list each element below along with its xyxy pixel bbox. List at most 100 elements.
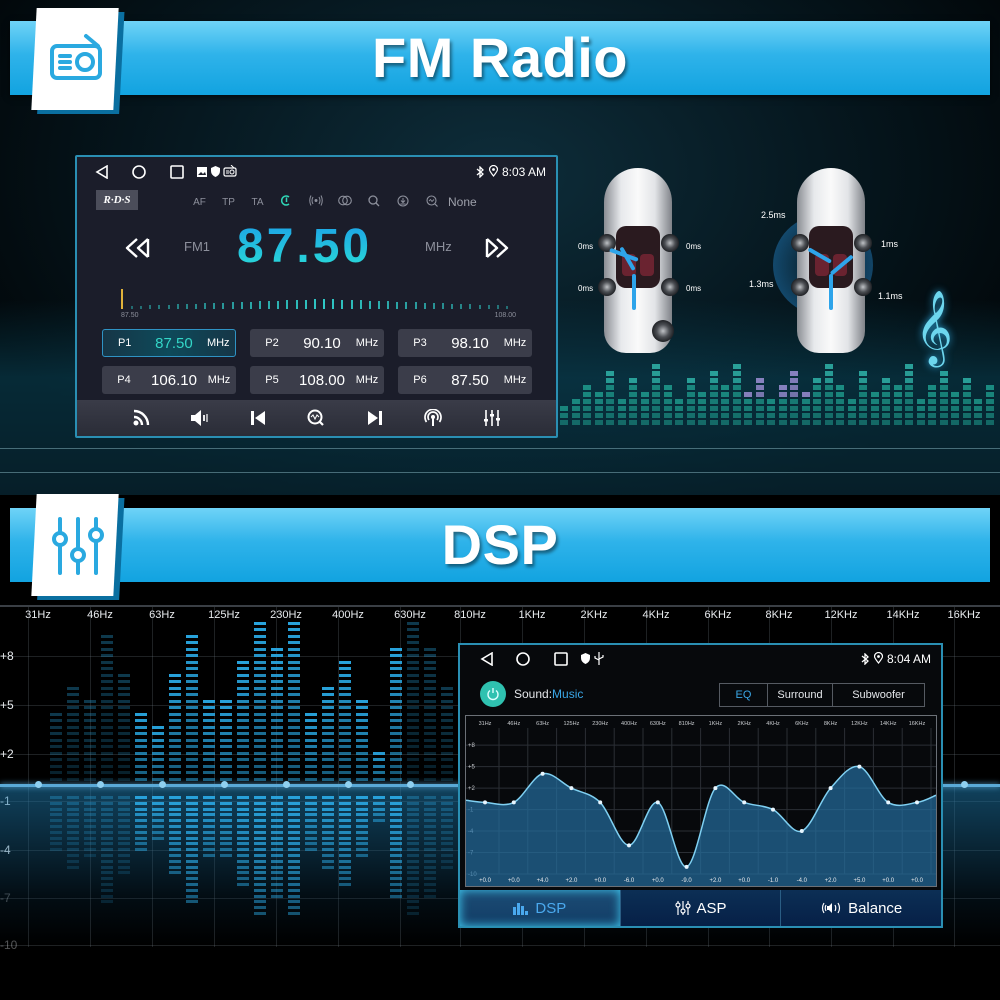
- eq-point: [799, 829, 804, 834]
- recents-icon[interactable]: [170, 165, 184, 179]
- scale-tick: [460, 304, 463, 309]
- delay-fr: 1ms: [881, 239, 899, 249]
- speaker-front-right: [661, 234, 679, 252]
- seek-forward-button[interactable]: [480, 233, 514, 263]
- preset-button-p5[interactable]: P5 108.00 MHz: [250, 366, 384, 394]
- eq-strip-column: [583, 355, 591, 425]
- sound-mode-value[interactable]: Music: [552, 687, 583, 701]
- vu-column: [220, 650, 232, 890]
- eq-point: [828, 786, 833, 791]
- bluetooth-icon: [861, 653, 869, 665]
- rds-af-toggle[interactable]: AF: [185, 197, 214, 208]
- eq-value-label: +0.0: [911, 878, 924, 884]
- preset-frequency: 108.00: [299, 371, 345, 389]
- scale-tick: [478, 304, 481, 309]
- bg-y-label: +8: [0, 649, 14, 663]
- bg-eq-point: [283, 781, 290, 788]
- vu-column: [152, 650, 164, 890]
- eq-chart[interactable]: 31Hz 46Hz 63Hz 125Hz 230Hz 400Hz 630Hz 810Hz 1KH…: [465, 715, 937, 887]
- pty-search-icon[interactable]: [417, 194, 446, 210]
- tuner-scale[interactable]: 87.50 108.00: [121, 289, 516, 319]
- preset-unit: MHz: [503, 374, 527, 386]
- segment-surround[interactable]: Surround: [768, 684, 833, 706]
- preset-button-p4[interactable]: P4 106.10 MHz: [102, 366, 236, 394]
- eq-value-label: -6.0: [624, 878, 635, 884]
- fm-radio-banner: FM Radio: [10, 21, 990, 95]
- x-tick-label: 46Hz: [507, 721, 520, 727]
- eq-strip-column: [744, 355, 752, 425]
- floor-line: [0, 448, 1000, 449]
- tab-dsp[interactable]: DSP: [460, 890, 621, 926]
- eq-strip-column: [882, 355, 890, 425]
- volume-button[interactable]: [187, 405, 213, 431]
- dsp-banner: DSP: [10, 508, 990, 582]
- vu-column: [441, 650, 453, 890]
- loc-dx-icon[interactable]: [272, 195, 301, 209]
- scale-tick: [432, 303, 435, 309]
- eq-strip-column: [686, 355, 695, 425]
- tuner-cursor[interactable]: [121, 289, 123, 309]
- segment-subwoofer[interactable]: Subwoofer: [833, 684, 924, 706]
- scale-tick: [496, 305, 499, 309]
- stereo-mode-icon[interactable]: [330, 195, 359, 209]
- back-icon[interactable]: [95, 165, 109, 179]
- eq-value-label: -1.0: [768, 878, 779, 884]
- preset-button-p6[interactable]: P6 87.50 MHz: [398, 366, 532, 394]
- segment-eq[interactable]: EQ: [720, 684, 768, 706]
- scale-tick: [167, 304, 170, 309]
- scale-tick: [249, 301, 252, 309]
- previous-icon: [251, 411, 266, 425]
- dsp-mode-segments: EQ Surround Subwoofer: [719, 683, 925, 707]
- stereo-signal-icon[interactable]: [301, 195, 330, 209]
- status-bar: 8:03 AM: [77, 157, 556, 187]
- recents-icon[interactable]: [554, 652, 568, 666]
- eq-point: [540, 771, 545, 776]
- scale-tick: [506, 305, 508, 309]
- bg-eq-point: [345, 781, 352, 788]
- rds-signal-icon: [133, 409, 150, 426]
- preset-button-p2[interactable]: P2 90.10 MHz: [250, 329, 384, 357]
- equalizer-button[interactable]: [479, 405, 505, 431]
- tab-balance-label: Balance: [848, 899, 903, 917]
- eq-strip-column: [560, 355, 568, 425]
- next-button[interactable]: [362, 405, 388, 431]
- search-icon[interactable]: [359, 194, 388, 210]
- rds-tp-toggle[interactable]: TP: [214, 197, 243, 208]
- speaker-rear-left: [598, 278, 616, 296]
- preset-button-p1[interactable]: P1 87.50 MHz: [102, 329, 236, 357]
- rds-signal-button[interactable]: [128, 405, 154, 431]
- home-icon[interactable]: [132, 165, 146, 179]
- floor-line: [0, 472, 1000, 473]
- x-tick-label: 8KHz: [824, 721, 838, 727]
- next-icon: [367, 411, 382, 425]
- preset-unit: MHz: [206, 337, 230, 349]
- bg-y-label: +5: [0, 698, 14, 712]
- pty-value[interactable]: None: [448, 195, 477, 209]
- radio-toolbar: [77, 400, 556, 436]
- tab-asp[interactable]: ASP: [620, 890, 782, 926]
- power-button[interactable]: [480, 681, 506, 707]
- eq-value-label: +0.0: [508, 878, 521, 884]
- save-download-icon[interactable]: [388, 194, 417, 210]
- band-label[interactable]: FM1: [184, 239, 210, 254]
- vu-column: [203, 650, 215, 890]
- scan-button[interactable]: [303, 405, 329, 431]
- vu-column: [186, 634, 198, 904]
- broadcast-button[interactable]: [420, 405, 446, 431]
- vu-column: [67, 650, 79, 890]
- vu-column: [118, 650, 130, 890]
- vu-column: [407, 621, 419, 915]
- eq-point: [598, 800, 603, 805]
- previous-button[interactable]: [245, 405, 271, 431]
- preset-button-p3[interactable]: P3 98.10 MHz: [398, 329, 532, 357]
- tab-balance[interactable]: Balance: [781, 890, 942, 926]
- rds-ta-toggle[interactable]: TA: [243, 197, 272, 208]
- back-icon[interactable]: [480, 652, 494, 666]
- eq-strip-column: [652, 355, 660, 425]
- seek-back-button[interactable]: [121, 233, 155, 263]
- eq-chart-svg[interactable]: 31Hz 46Hz 63Hz 125Hz 230Hz 400Hz 630Hz 810Hz 1KH…: [465, 716, 937, 886]
- eq-value-label: -4.0: [797, 878, 808, 884]
- rds-badge[interactable]: R·D·S: [96, 190, 138, 210]
- bar-chart-icon: [513, 903, 529, 915]
- home-icon[interactable]: [516, 652, 530, 666]
